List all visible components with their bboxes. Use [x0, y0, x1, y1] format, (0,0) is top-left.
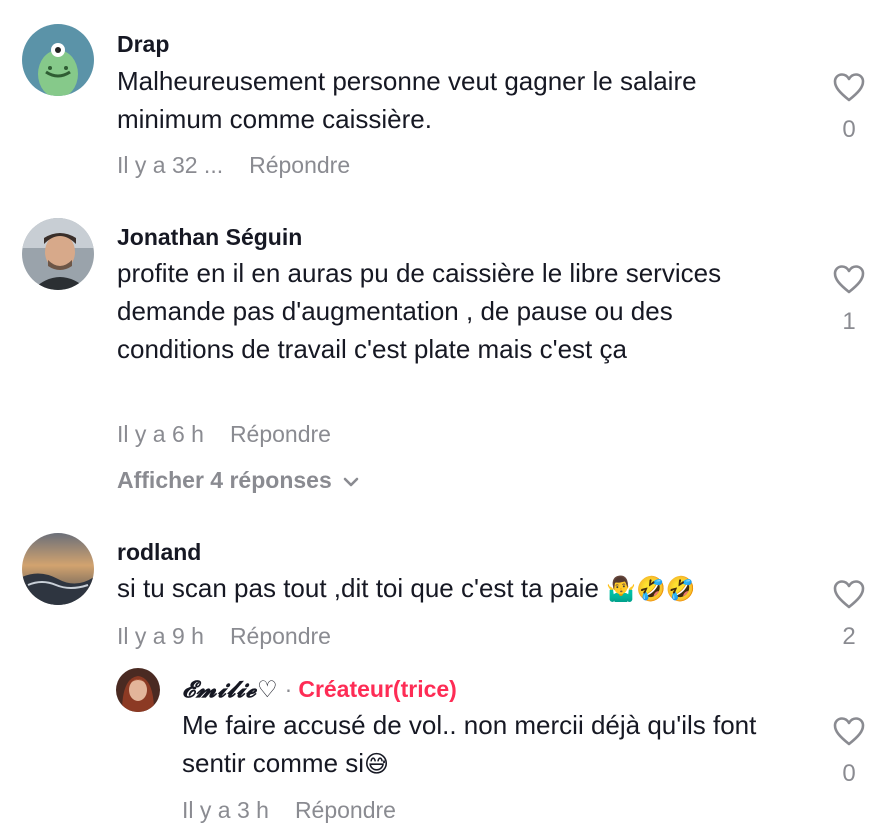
comment-meta: Il y a 32 ... Répondre [117, 152, 350, 179]
separator-dot: · [284, 676, 293, 702]
heart-outline-icon [833, 73, 865, 102]
reply-text: Me faire accusé de vol.. non mercii déjà… [182, 706, 792, 783]
avatar[interactable] [22, 533, 94, 605]
reply-button[interactable]: Répondre [249, 152, 350, 178]
view-replies-button[interactable]: Afficher 4 réponses [117, 467, 360, 494]
like-button[interactable]: 0 [827, 72, 871, 144]
reply-text-body: Me faire accusé de vol.. non mercii déjà… [182, 710, 757, 778]
comment-text-body: si tu scan pas tout ,dit toi que c'est t… [117, 573, 599, 603]
reply-timestamp: Il y a 3 h [182, 797, 269, 823]
like-button[interactable]: 2 [827, 579, 871, 651]
reply-username-row: 𝓔𝓶𝓲𝓵𝓲𝓮♡ · Créateur(trice) [182, 676, 457, 703]
like-count: 0 [842, 760, 856, 787]
reply-meta: Il y a 3 h Répondre [182, 797, 396, 824]
heart-outline-icon [833, 580, 865, 609]
reply-button[interactable]: Répondre [295, 797, 396, 823]
like-count: 1 [842, 308, 856, 335]
like-count: 0 [842, 116, 856, 143]
comment-username[interactable]: rodland [117, 539, 201, 566]
comment-timestamp: Il y a 9 h [117, 623, 204, 649]
view-replies-label: Afficher 4 réponses [117, 467, 332, 493]
like-button[interactable]: 1 [827, 264, 871, 336]
comment-timestamp: Il y a 6 h [117, 421, 204, 447]
comment-username[interactable]: Drap [117, 31, 169, 58]
sunset-water-avatar-image [22, 533, 94, 605]
heart-outline-icon [833, 265, 865, 294]
comment-text: profite en il en auras pu de caissière l… [117, 258, 722, 364]
comment-meta: Il y a 9 h Répondre [117, 623, 331, 650]
reply-button[interactable]: Répondre [230, 623, 331, 649]
reply-emoji: 😅 [364, 750, 390, 778]
comment-text: Malheureusement personne veut gagner le … [117, 66, 697, 134]
comment-username[interactable]: Jonathan Séguin [117, 224, 302, 251]
man-photo-avatar-image [22, 218, 94, 290]
chevron-down-icon [343, 477, 359, 487]
avatar[interactable] [22, 24, 94, 96]
like-button[interactable]: 0 [827, 716, 871, 788]
like-count: 2 [842, 623, 856, 650]
green-monster-avatar-image [22, 24, 94, 96]
comment-emojis: 🤷‍♂️🤣🤣 [606, 575, 696, 603]
avatar[interactable] [116, 668, 160, 712]
avatar[interactable] [22, 218, 94, 290]
reply-username[interactable]: 𝓔𝓶𝓲𝓵𝓲𝓮♡ [182, 676, 279, 703]
comment-meta: Il y a 6 h Répondre [117, 421, 331, 448]
creator-badge: Créateur(trice) [298, 676, 457, 702]
reply-button[interactable]: Répondre [230, 421, 331, 447]
woman-photo-avatar-image [116, 668, 160, 712]
comment-timestamp: Il y a 32 ... [117, 152, 224, 178]
heart-outline-icon [833, 717, 865, 746]
comment-text: si tu scan pas tout ,dit toi que c'est t… [117, 569, 797, 608]
